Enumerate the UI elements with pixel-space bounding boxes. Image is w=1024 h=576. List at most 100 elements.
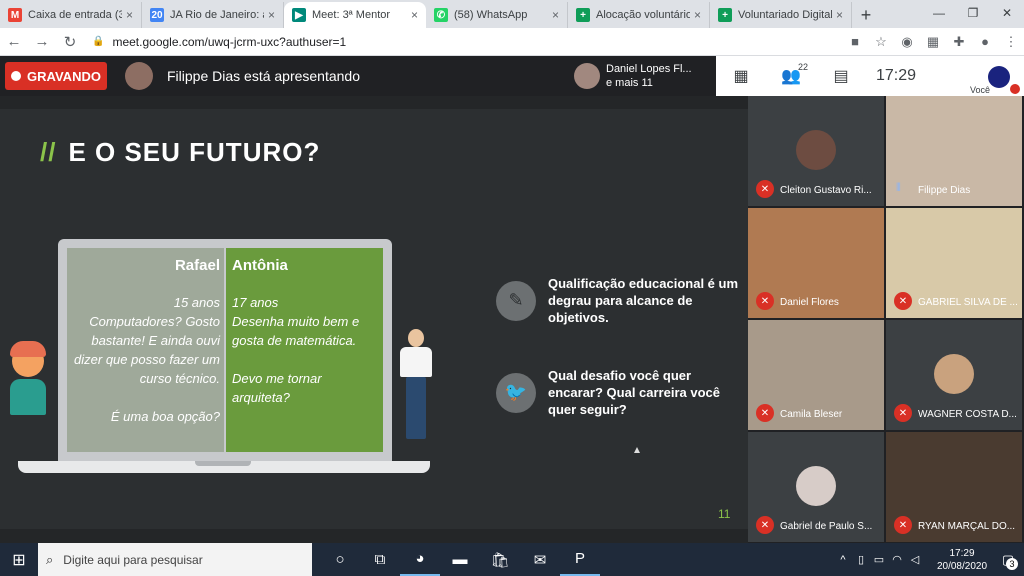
antonia-interest: Desenha muito bem e gosta de matemática. bbox=[232, 314, 360, 348]
notification-icon[interactable]: ▢3 bbox=[992, 543, 1024, 576]
people-icon[interactable]: 👥 22 bbox=[766, 56, 816, 96]
profile-avatar[interactable]: ● bbox=[972, 29, 998, 55]
chevron-up-icon[interactable]: ^ bbox=[834, 554, 852, 566]
participant-tile[interactable]: ✕ Gabriel de Paulo S... bbox=[748, 432, 884, 542]
tab-label: Meet: 3ª Mentor bbox=[312, 9, 391, 21]
meet-icon: ▶ bbox=[292, 8, 306, 22]
pinned-name: Daniel Lopes Fl... bbox=[606, 63, 692, 75]
close-tab-icon[interactable]: × bbox=[268, 8, 275, 22]
windows-start-icon[interactable]: ⊞ bbox=[0, 543, 38, 576]
close-tab-icon[interactable]: × bbox=[694, 8, 701, 22]
restore-icon[interactable]: ❐ bbox=[956, 0, 990, 26]
presenter-text: Filippe Dias está apresentando bbox=[167, 68, 361, 84]
title-slash: // bbox=[40, 137, 57, 167]
minimize-icon[interactable]: — bbox=[922, 0, 956, 26]
extension-icon[interactable]: ◉ bbox=[894, 29, 920, 55]
chat-icon[interactable]: ▤ bbox=[816, 56, 866, 96]
browser-tab[interactable]: + Alocação voluntários × bbox=[568, 2, 710, 28]
meet-top-bar: GRAVANDO Filippe Dias está apresentando … bbox=[0, 56, 716, 96]
file-explorer-icon[interactable]: ▬ bbox=[440, 543, 480, 576]
speaking-icon: ⦀ bbox=[896, 182, 901, 194]
recording-badge: GRAVANDO bbox=[5, 62, 107, 90]
self-avatar bbox=[988, 66, 1010, 88]
participant-tile[interactable]: ✕ RYAN MARÇAL DO... bbox=[886, 432, 1022, 542]
close-tab-icon[interactable]: × bbox=[126, 8, 133, 22]
forward-icon[interactable]: → bbox=[28, 28, 56, 56]
laptop-notch bbox=[195, 461, 251, 466]
meeting-clock: 17:29 bbox=[876, 67, 917, 84]
grid-extension-icon[interactable]: ▦ bbox=[920, 29, 946, 55]
slide-page-number: 11 bbox=[718, 507, 731, 521]
point-2-text: Qual desafio você quer encarar? Qual car… bbox=[548, 368, 720, 417]
record-dot-icon bbox=[11, 71, 22, 81]
girl-illustration bbox=[396, 329, 436, 447]
close-tab-icon[interactable]: × bbox=[836, 8, 843, 22]
wifi-icon[interactable]: ◠ bbox=[888, 553, 906, 566]
cortana-icon[interactable]: ○ bbox=[320, 543, 360, 576]
tile-layout-icon[interactable]: ▦ bbox=[716, 56, 766, 96]
mail-icon[interactable]: ✉ bbox=[520, 543, 560, 576]
browser-tab[interactable]: + Voluntariado Digital × bbox=[710, 2, 852, 28]
chrome-icon[interactable]: ◕ bbox=[400, 543, 440, 576]
menu-icon[interactable]: ⋮ bbox=[998, 29, 1024, 55]
participant-tile[interactable]: ⦀ Filippe Dias bbox=[886, 96, 1022, 206]
pinned-more: e mais 11 bbox=[606, 77, 653, 89]
presenter-avatar bbox=[125, 62, 153, 90]
reload-icon[interactable]: ↻ bbox=[56, 28, 84, 56]
store-icon[interactable]: 🛍 bbox=[480, 543, 520, 576]
taskbar-time: 17:29 bbox=[949, 547, 975, 559]
bookmark-star-icon[interactable]: ☆ bbox=[868, 29, 894, 55]
taskbar-search[interactable]: ⌕ Digite aqui para pesquisar bbox=[38, 543, 312, 576]
back-icon[interactable]: ← bbox=[0, 28, 28, 56]
participant-name: RYAN MARÇAL DO... bbox=[918, 521, 1016, 532]
participant-tile[interactable]: ✕ WAGNER COSTA D... bbox=[886, 320, 1022, 430]
participant-tile[interactable]: ✕ Camila Bleser bbox=[748, 320, 884, 430]
browser-tab-strip: M Caixa de entrada (38 × 20 JA Rio de Janeir… bbox=[0, 0, 1024, 28]
close-tab-icon[interactable]: × bbox=[411, 8, 418, 22]
boy-illustration bbox=[8, 341, 48, 421]
camera-icon[interactable]: ■ bbox=[842, 29, 868, 55]
participant-name: GABRIEL SILVA DE ... bbox=[918, 297, 1018, 308]
pinned-participants[interactable]: Daniel Lopes Fl... e mais 11 bbox=[574, 60, 716, 92]
participant-name: Cleiton Gustavo Ri... bbox=[780, 185, 872, 196]
self-view[interactable]: Você bbox=[970, 60, 1020, 95]
sheets-icon: + bbox=[718, 8, 732, 22]
browser-tab[interactable]: ▶ Meet: 3ª Mentor × bbox=[284, 2, 426, 28]
participant-tile[interactable]: ✕ Daniel Flores bbox=[748, 208, 884, 318]
browser-tab[interactable]: ✆ (58) WhatsApp × bbox=[426, 2, 568, 28]
title-text: E O SEU FUTURO? bbox=[68, 137, 321, 167]
bird-icon: 🐦 bbox=[496, 372, 536, 413]
laptop-illustration: Rafael 15 anos Computadores? Gosto basta… bbox=[58, 239, 392, 461]
point-1-text: Qualificação educacional é um degrau par… bbox=[548, 276, 739, 325]
participant-tile[interactable]: ✕ GABRIEL SILVA DE ... bbox=[886, 208, 1022, 318]
mic-off-icon: ✕ bbox=[894, 404, 912, 422]
slide-point-1: ✎ Qualificação educacional é um degrau p… bbox=[496, 275, 738, 326]
browser-tab[interactable]: 20 JA Rio de Janeiro: ag × bbox=[142, 2, 284, 28]
browser-tab[interactable]: M Caixa de entrada (38 × bbox=[0, 2, 142, 28]
taskbar-clock[interactable]: 17:29 20/08/2020 bbox=[932, 547, 992, 573]
laptop-screen: Rafael 15 anos Computadores? Gosto basta… bbox=[67, 248, 383, 452]
participant-name: Gabriel de Paulo S... bbox=[780, 521, 873, 532]
close-tab-icon[interactable]: × bbox=[552, 8, 559, 22]
puzzle-icon[interactable]: ✚ bbox=[946, 29, 972, 55]
network-icon[interactable]: ▭ bbox=[870, 553, 888, 566]
mic-off-icon: ✕ bbox=[756, 516, 774, 534]
participant-count: 22 bbox=[797, 62, 808, 72]
participant-name: Camila Bleser bbox=[780, 409, 843, 420]
volume-icon[interactable]: ◁ bbox=[906, 553, 924, 566]
self-mic-off-icon bbox=[1010, 84, 1020, 94]
gmail-icon: M bbox=[8, 8, 22, 22]
tab-label: Voluntariado Digital bbox=[738, 9, 832, 21]
new-tab-icon[interactable]: + bbox=[852, 2, 880, 28]
usb-icon[interactable]: ▯ bbox=[852, 553, 870, 566]
system-tray: ^ ▯ ▭ ◠ ◁ 17:29 20/08/2020 ▢3 bbox=[834, 543, 1024, 576]
tab-label: Caixa de entrada (38 bbox=[28, 9, 122, 21]
tab-label: (58) WhatsApp bbox=[454, 9, 528, 21]
antonia-age: 17 anos bbox=[232, 295, 279, 310]
powerpoint-icon[interactable]: P bbox=[560, 543, 600, 576]
address-bar[interactable]: 🔒 meet.google.com/uwq-jcrm-uxc?authuser=… bbox=[92, 31, 812, 53]
task-view-icon[interactable]: ⧉ bbox=[360, 543, 400, 576]
sheets-icon: + bbox=[576, 8, 590, 22]
close-window-icon[interactable]: ✕ bbox=[990, 0, 1024, 26]
participant-tile[interactable]: ✕ Cleiton Gustavo Ri... bbox=[748, 96, 884, 206]
